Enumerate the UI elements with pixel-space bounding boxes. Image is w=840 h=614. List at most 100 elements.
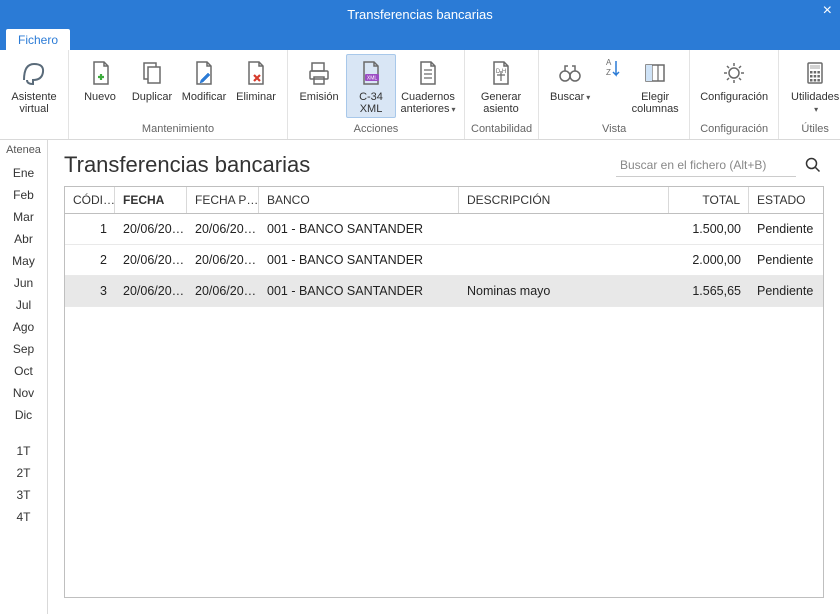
tab-strip: Fichero [0,28,840,50]
content-area: Transferencias bancarias CÓDI… FECHA FEC… [48,140,840,614]
elegir-columnas-button[interactable]: Elegir columnas [627,54,683,118]
ribbon-group-configuracion: Configuración Configuración [690,50,779,139]
sidebar-atenea[interactable]: Atenea [6,144,41,162]
th-descripcion[interactable]: DESCRIPCIÓN [459,187,669,213]
generar-asiento-button[interactable]: D H Generar asiento [471,54,531,118]
calculator-icon [799,57,831,89]
sidebar-month-jul[interactable]: Jul [12,294,35,316]
columns-icon [639,57,671,89]
table-row[interactable]: 320/06/20…20/06/20…001 - BANCO SANTANDER… [65,276,823,307]
sidebar-month-oct[interactable]: Oct [12,360,35,382]
cell-total: 1.500,00 [669,214,749,244]
sidebar-month-dic[interactable]: Dic [12,404,35,426]
sidebar-month-feb[interactable]: Feb [12,184,35,206]
xml-file-icon: XML [355,57,387,89]
c34-label: C-34 XML [359,91,383,115]
sort-az-icon: AZ [599,57,623,81]
close-icon[interactable]: × [823,2,832,20]
sidebar-month-jun[interactable]: Jun [12,272,35,294]
edit-icon [188,57,220,89]
emision-button[interactable]: Emisión [294,54,344,106]
table-row[interactable]: 120/06/20…20/06/20…001 - BANCO SANTANDER… [65,214,823,245]
sidebar-month-ago[interactable]: Ago [12,316,35,338]
duplicar-button[interactable]: Duplicar [127,54,177,106]
search-icon[interactable] [802,154,824,176]
cell-estado: Pendiente [749,245,823,275]
sidebar-month-ene[interactable]: Ene [12,162,35,184]
utilidades-button[interactable]: Utilidades▾ [785,54,840,118]
nuevo-label: Nuevo [84,91,116,103]
configuracion-group-label: Configuración [696,123,772,137]
search-input[interactable] [616,154,796,177]
group-label-empty [6,123,62,137]
modificar-button[interactable]: Modificar [179,54,229,106]
ledger-icon: D H [485,57,517,89]
page-title: Transferencias bancarias [64,152,310,178]
utiles-group-label: Útiles [785,123,840,137]
th-banco[interactable]: BANCO [259,187,459,213]
contabilidad-group-label: Contabilidad [471,123,532,137]
cell-total: 2.000,00 [669,245,749,275]
th-fecha-pago[interactable]: FECHA P… [187,187,259,213]
title-bar: Transferencias bancarias × [0,0,840,28]
sidebar-quarter-3t[interactable]: 3T [16,484,30,506]
configuracion-label: Configuración [700,91,768,103]
table-row[interactable]: 220/06/20…20/06/20…001 - BANCO SANTANDER… [65,245,823,276]
cell-estado: Pendiente [749,214,823,244]
ribbon-group-utiles: Utilidades▾ Útiles [779,50,840,139]
cell-codi: 1 [65,214,115,244]
cell-codi: 3 [65,276,115,306]
sidebar: Atenea EneFebMarAbrMayJunJulAgoSepOctNov… [0,140,48,614]
search-box [616,154,824,177]
sort-az-button[interactable]: AZ [597,54,625,84]
utilidades-label: Utilidades▾ [791,91,839,115]
sidebar-month-sep[interactable]: Sep [12,338,35,360]
ribbon-group-contabilidad: D H Generar asiento Contabilidad [465,50,539,139]
cell-codi: 2 [65,245,115,275]
cell-descripcion [459,214,669,244]
cuadernos-anteriores-button[interactable]: Cuadernos anteriores▾ [398,54,458,118]
dropdown-icon: ▾ [451,105,455,114]
ribbon-group-asistente: Asistente virtual [0,50,69,139]
print-icon [303,57,335,89]
duplicate-icon [136,57,168,89]
sidebar-quarter-1t[interactable]: 1T [16,440,30,462]
ribbon-group-mantenimiento: Nuevo Duplicar Modificar Eliminar [69,50,288,139]
cell-fechap: 20/06/20… [187,214,259,244]
tab-fichero[interactable]: Fichero [6,29,70,50]
asistente-virtual-button[interactable]: Asistente virtual [6,54,62,118]
mantenimiento-group-label: Mantenimiento [75,123,281,137]
sidebar-month-mar[interactable]: Mar [12,206,35,228]
cell-banco: 001 - BANCO SANTANDER [259,214,459,244]
previous-books-icon [412,57,444,89]
sidebar-quarter-4t[interactable]: 4T [16,506,30,528]
th-codigo[interactable]: CÓDI… [65,187,115,213]
nuevo-button[interactable]: Nuevo [75,54,125,106]
configuracion-button[interactable]: Configuración [696,54,772,106]
sidebar-month-abr[interactable]: Abr [12,228,35,250]
ribbon-group-vista: Buscar▾ AZ Elegir columnas Vista [539,50,690,139]
th-fecha[interactable]: FECHA [115,187,187,213]
cell-descripcion: Nominas mayo [459,276,669,306]
sidebar-month-nov[interactable]: Nov [12,382,35,404]
data-table: CÓDI… FECHA FECHA P… BANCO DESCRIPCIÓN T… [64,186,824,598]
eliminar-label: Eliminar [236,91,276,103]
window-title: Transferencias bancarias [347,7,492,22]
th-estado[interactable]: ESTADO [749,187,823,213]
vista-group-label: Vista [545,123,683,137]
ribbon-group-acciones: Emisión XML C-34 XML Cuadernos anteriore… [288,50,465,139]
sidebar-month-may[interactable]: May [12,250,35,272]
ribbon: Asistente virtual Nuevo Duplicar [0,50,840,140]
sidebar-quarter-2t[interactable]: 2T [16,462,30,484]
c34-xml-button[interactable]: XML C-34 XML [346,54,396,118]
th-total[interactable]: TOTAL [669,187,749,213]
cell-fecha: 20/06/20… [115,276,187,306]
cell-banco: 001 - BANCO SANTANDER [259,276,459,306]
cell-estado: Pendiente [749,276,823,306]
svg-text:XML: XML [367,76,378,82]
delete-icon [240,57,272,89]
svg-text:A: A [606,58,612,67]
emision-label: Emisión [299,91,338,103]
buscar-button[interactable]: Buscar▾ [545,54,595,106]
eliminar-button[interactable]: Eliminar [231,54,281,106]
